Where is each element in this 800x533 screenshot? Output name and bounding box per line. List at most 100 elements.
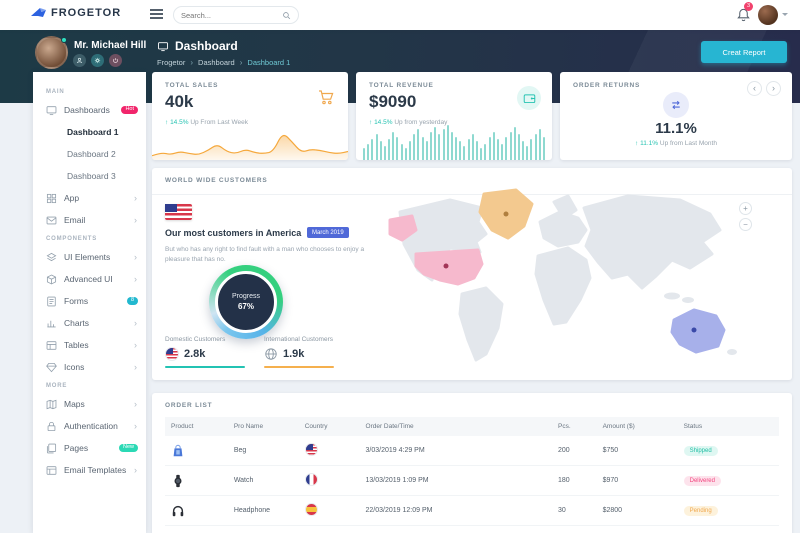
sidebar-item-tables[interactable]: Tables › bbox=[33, 334, 146, 356]
sidebar-item-ui-elements[interactable]: UI Elements › bbox=[33, 246, 146, 268]
monitor-icon bbox=[46, 105, 57, 116]
status-badge: Shipped bbox=[684, 446, 718, 456]
page-title: Dashboard bbox=[175, 39, 238, 53]
user-quick-actions bbox=[73, 54, 122, 67]
map-africa bbox=[536, 248, 590, 324]
map-zoom-out-button[interactable]: − bbox=[739, 218, 752, 231]
sidebar-item-dashboard-1[interactable]: Dashboard 1 bbox=[33, 121, 146, 143]
breadcrumb-frogetor[interactable]: Frogetor bbox=[157, 58, 185, 67]
world-customers-card: WORLD WIDE CUSTOMERS Our most customers … bbox=[152, 168, 792, 380]
avatar-dropdown-caret[interactable] bbox=[782, 13, 788, 16]
sidebar-item-icons[interactable]: Icons › bbox=[33, 356, 146, 378]
sales-sparkline-chart bbox=[152, 124, 348, 160]
map-icon bbox=[46, 399, 57, 410]
sidebar-item-email[interactable]: Email › bbox=[33, 209, 146, 231]
progress-donut: Progress 67% bbox=[209, 265, 283, 339]
gem-icon bbox=[46, 362, 57, 373]
search-icon[interactable] bbox=[282, 11, 291, 20]
breadcrumb-separator: › bbox=[240, 58, 243, 67]
sidebar-item-dashboard-3[interactable]: Dashboard 3 bbox=[33, 165, 146, 187]
sidebar-item-email-templates[interactable]: Email Templates › bbox=[33, 459, 146, 481]
sidebar-section-main: MAIN bbox=[33, 84, 146, 99]
brand-name: FROGETOR bbox=[51, 7, 121, 19]
us-flag-icon bbox=[165, 204, 192, 220]
next-arrow-button[interactable]: › bbox=[766, 81, 781, 96]
notification-count-badge: 3 bbox=[744, 2, 753, 11]
section-title: ORDER LIST bbox=[165, 402, 212, 409]
map-asia bbox=[584, 196, 720, 288]
chevron-right-icon: › bbox=[134, 216, 137, 225]
sidebar-item-advanced-ui[interactable]: Advanced UI › bbox=[33, 268, 146, 290]
sidebar-item-dashboards[interactable]: Dashboards Hot bbox=[33, 99, 146, 121]
progress-label: Progress bbox=[232, 293, 260, 300]
sidebar-item-authentication[interactable]: Authentication › bbox=[33, 415, 146, 437]
us-flag-icon bbox=[305, 443, 318, 456]
total-sales-card: TOTAL SALES 40k ↑ 14.5% Up From Last Wee… bbox=[152, 72, 348, 160]
menu-toggle-icon[interactable] bbox=[150, 9, 163, 20]
online-status-dot bbox=[61, 37, 67, 43]
sidebar-item-forms[interactable]: Forms 8 bbox=[33, 290, 146, 312]
map-new-zealand bbox=[727, 349, 737, 355]
total-revenue-value: $9090 bbox=[369, 92, 416, 112]
chevron-right-icon: › bbox=[134, 400, 137, 409]
sidebar-item-pages[interactable]: Pages New bbox=[33, 437, 146, 459]
sidebar-section-more: MORE bbox=[33, 378, 146, 393]
chevron-right-icon: › bbox=[134, 253, 137, 262]
sidebar-item-app[interactable]: App › bbox=[33, 187, 146, 209]
dashboard-page: FROGETOR 3 Mr. Michael Hill Dashboard Fr… bbox=[0, 0, 800, 533]
mail-icon bbox=[46, 215, 57, 226]
sidebar: MAIN Dashboards Hot Dashboard 1 Dashboar… bbox=[33, 72, 146, 533]
map-indonesia bbox=[664, 293, 680, 300]
sidebar-item-dashboard-2[interactable]: Dashboard 2 bbox=[33, 143, 146, 165]
chevron-right-icon: › bbox=[134, 363, 137, 372]
topbar-avatar[interactable] bbox=[758, 5, 778, 25]
breadcrumb-current: Dashboard 1 bbox=[247, 58, 290, 67]
create-report-button[interactable]: Creat Report bbox=[701, 41, 787, 63]
dashboard-title-icon bbox=[157, 41, 169, 52]
card-title: ORDER RETURNS bbox=[573, 82, 640, 89]
map-zoom-in-button[interactable]: + bbox=[739, 202, 752, 215]
user-name: Mr. Michael Hill bbox=[74, 40, 146, 51]
status-badge: Pending bbox=[684, 506, 718, 516]
map-marker-australia bbox=[692, 328, 697, 333]
chevron-right-icon: › bbox=[134, 422, 137, 431]
table-row: Headphone 22/03/2019 12:09 PM 30 $2800 P… bbox=[165, 496, 779, 526]
settings-button[interactable] bbox=[91, 54, 104, 67]
search-input[interactable] bbox=[181, 11, 282, 20]
table-header-row: Product Pro Name Country Order Date/Time… bbox=[165, 417, 779, 436]
world-map bbox=[388, 182, 746, 370]
international-customers-value: 1.9k bbox=[283, 348, 304, 360]
profile-button[interactable] bbox=[73, 54, 86, 67]
domestic-customers-value: 2.8k bbox=[184, 348, 205, 360]
table-row: Purse 14/03/2019 8:27 PM 100 $520 Shippe… bbox=[165, 526, 779, 533]
chevron-right-icon: › bbox=[134, 341, 137, 350]
count-badge: 8 bbox=[127, 297, 138, 306]
france-flag-icon bbox=[305, 473, 318, 486]
logout-button[interactable] bbox=[109, 54, 122, 67]
prev-arrow-button[interactable]: ‹ bbox=[747, 81, 762, 96]
top-navbar: FROGETOR 3 bbox=[0, 0, 800, 30]
international-customers-stat: International Customers 1.9k bbox=[264, 336, 333, 361]
sidebar-item-charts[interactable]: Charts › bbox=[33, 312, 146, 334]
order-table: Product Pro Name Country Order Date/Time… bbox=[165, 417, 779, 533]
map-philippines bbox=[682, 297, 694, 303]
section-title: WORLD WIDE CUSTOMERS bbox=[165, 177, 268, 184]
brand-logo[interactable]: FROGETOR bbox=[31, 7, 121, 19]
total-sales-value: 40k bbox=[165, 92, 193, 112]
globe-icon bbox=[264, 347, 278, 361]
template-icon bbox=[46, 465, 57, 476]
map-marker-greenland bbox=[504, 212, 509, 217]
table-icon bbox=[46, 340, 57, 351]
breadcrumb-separator: › bbox=[190, 58, 193, 67]
date-badge: March 2019 bbox=[307, 227, 349, 238]
spain-flag-icon bbox=[305, 503, 318, 516]
headphone-icon bbox=[171, 504, 185, 518]
sidebar-item-maps[interactable]: Maps › bbox=[33, 393, 146, 415]
world-description: But who has any right to find fault with… bbox=[165, 245, 383, 265]
bag-icon bbox=[171, 444, 185, 458]
chevron-right-icon: › bbox=[134, 194, 137, 203]
breadcrumb-dashboard[interactable]: Dashboard bbox=[198, 58, 235, 67]
progress-value: 67% bbox=[238, 302, 254, 311]
sidebar-section-components: COMPONENTS bbox=[33, 231, 146, 246]
form-icon bbox=[46, 296, 57, 307]
